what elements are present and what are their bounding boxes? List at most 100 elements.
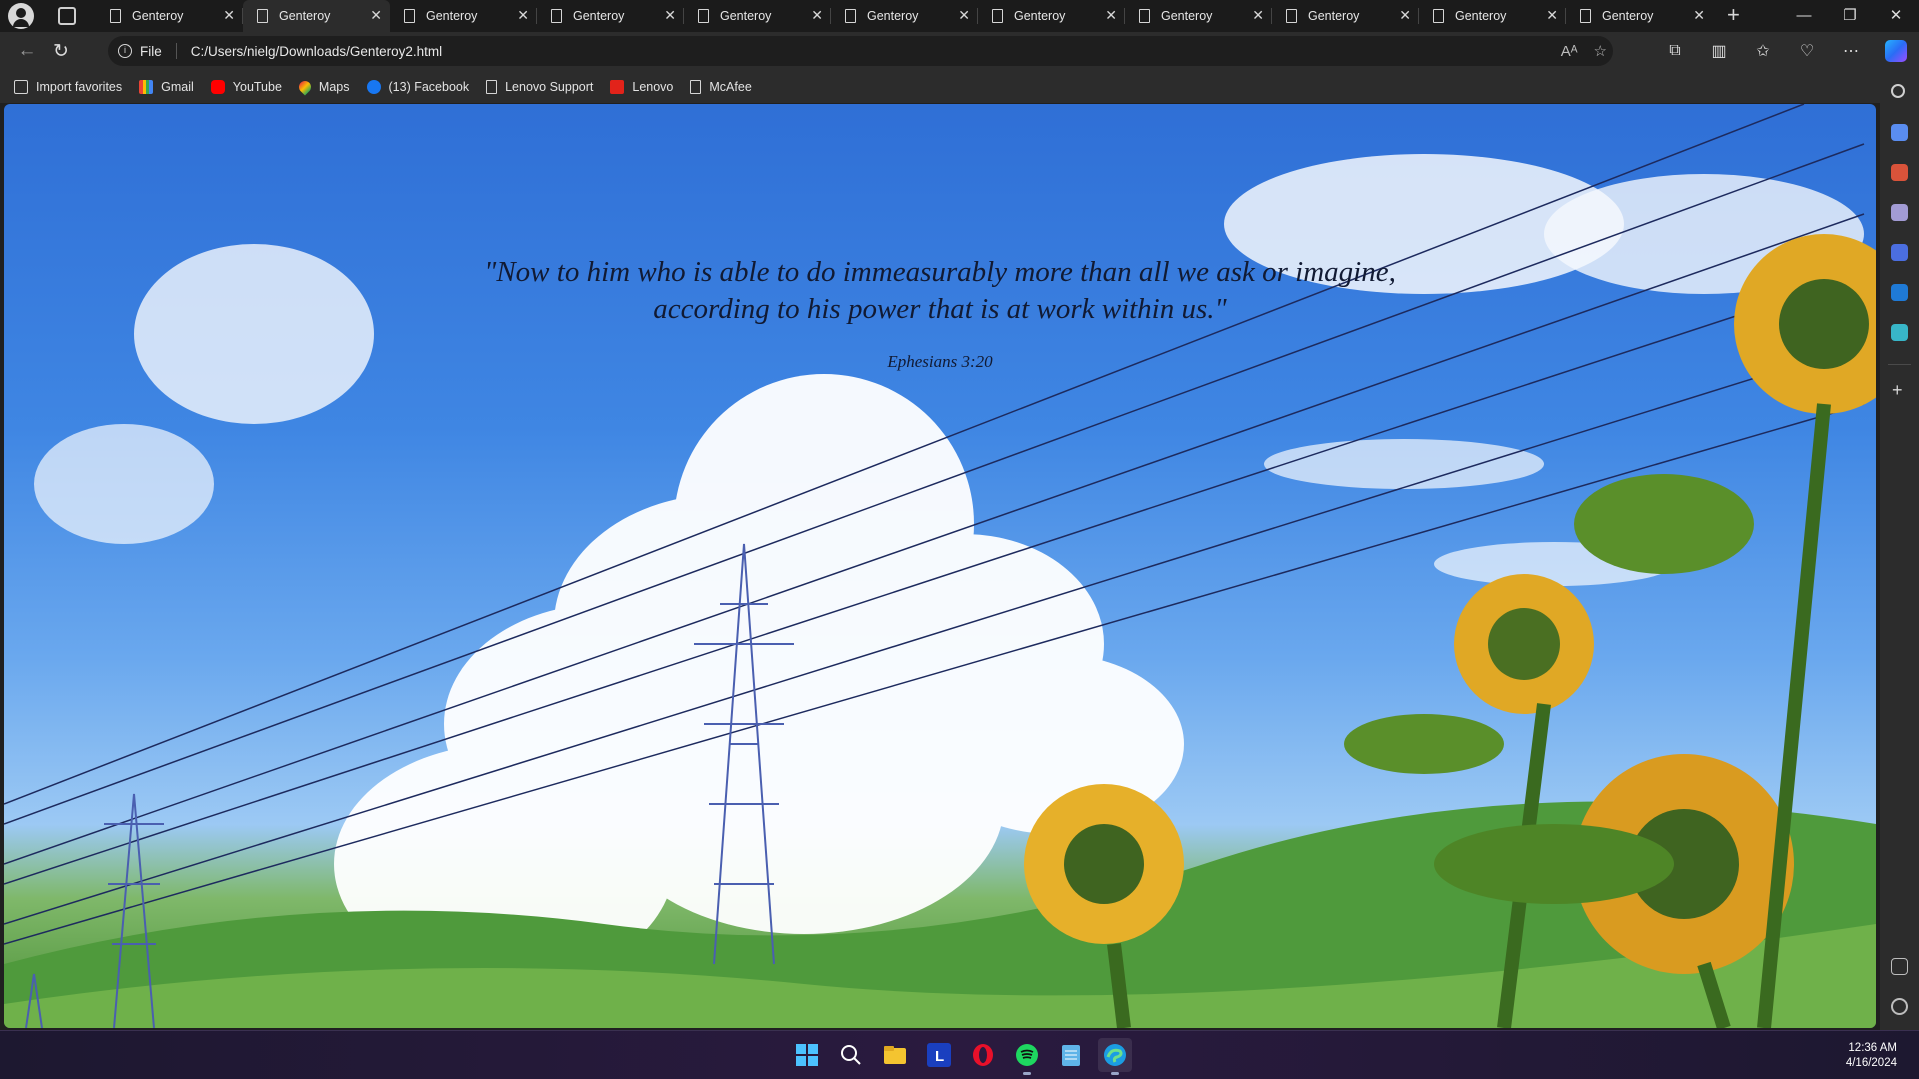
outlook-icon[interactable] <box>1891 284 1908 301</box>
shopping-icon[interactable] <box>1891 124 1908 141</box>
favorite-youtube[interactable]: YouTube <box>210 79 282 94</box>
site-info-icon[interactable]: i <box>118 44 132 58</box>
tab-label: Genteroy <box>1455 9 1507 23</box>
close-tab-icon[interactable]: ✕ <box>223 7 235 24</box>
tab[interactable]: Genteroy ✕ <box>96 0 243 32</box>
tab[interactable]: Genteroy ✕ <box>537 0 684 32</box>
tab[interactable]: Genteroy ✕ <box>390 0 537 32</box>
tab[interactable]: Genteroy ✕ <box>1419 0 1566 32</box>
close-tab-icon[interactable]: ✕ <box>517 7 529 24</box>
favorites-icon[interactable]: ✩ <box>1741 41 1785 61</box>
settings-more-icon[interactable]: ⋯ <box>1829 41 1873 61</box>
sidebar-search-icon[interactable] <box>1891 84 1905 98</box>
clock-date: 4/16/2024 <box>1845 1057 1897 1069</box>
file-explorer-icon[interactable] <box>878 1038 912 1072</box>
profile-icon[interactable] <box>8 3 34 29</box>
page-icon <box>1286 9 1297 23</box>
favorite-label: Import favorites <box>36 79 123 94</box>
favorite-maps[interactable]: Maps <box>296 78 350 95</box>
workspaces-icon[interactable] <box>58 7 76 25</box>
close-tab-icon[interactable]: ✕ <box>370 7 382 24</box>
tab-label: Genteroy <box>1602 9 1654 23</box>
quote-line-1: "Now to him who is able to do immeasurab… <box>484 256 1396 288</box>
tab[interactable]: Genteroy ✕ <box>1125 0 1272 32</box>
scheme-label: File <box>140 43 162 59</box>
microsoft-365-icon[interactable] <box>1891 244 1908 261</box>
browser-essentials-icon[interactable]: ♡ <box>1785 41 1829 61</box>
tab[interactable]: Genteroy ✕ <box>1566 0 1713 32</box>
extensions-icon[interactable]: ⧉ <box>1653 42 1697 60</box>
tools-icon[interactable] <box>1891 164 1908 181</box>
page-icon <box>404 9 415 23</box>
favorite-star-icon[interactable]: ☆ <box>1594 42 1607 60</box>
close-tab-icon[interactable]: ✕ <box>1546 7 1558 24</box>
favorite-facebook[interactable]: (13) Facebook <box>366 79 469 94</box>
close-tab-icon[interactable]: ✕ <box>1252 7 1264 24</box>
favorites-bar: Import favorites Gmail YouTube Maps (13)… <box>0 70 1880 103</box>
close-tab-icon[interactable]: ✕ <box>1399 7 1411 24</box>
edge-sidebar: + <box>1880 70 1919 1030</box>
address-divider <box>175 43 177 59</box>
page-icon <box>110 9 121 23</box>
split-screen-icon[interactable]: ▥ <box>1697 41 1741 61</box>
reload-button[interactable]: ↻ <box>44 40 78 63</box>
system-clock[interactable]: 12:36 AM 4/16/2024 <box>1846 1041 1897 1071</box>
close-tab-icon[interactable]: ✕ <box>811 7 823 24</box>
search-icon[interactable] <box>834 1038 868 1072</box>
read-aloud-icon[interactable]: Aᴬ <box>1561 43 1578 60</box>
lenovo-vantage-icon[interactable]: L <box>922 1038 956 1072</box>
close-tab-icon[interactable]: ✕ <box>1693 7 1705 24</box>
close-tab-icon[interactable]: ✕ <box>1105 7 1117 24</box>
tab-label: Genteroy <box>573 9 625 23</box>
minimize-button[interactable]: — <box>1781 0 1827 32</box>
favorite-gmail[interactable]: Gmail <box>139 79 194 94</box>
browser-window: Genteroy ✕ Genteroy ✕ Genteroy ✕ Genteroy ✕ … <box>0 0 1919 1030</box>
spotify-icon[interactable] <box>1010 1038 1044 1075</box>
tab-label: Genteroy <box>867 9 919 23</box>
opera-icon[interactable] <box>966 1038 1000 1072</box>
svg-text:L: L <box>935 1048 944 1065</box>
favorite-label: Maps <box>318 79 350 94</box>
background-illustration <box>4 104 1876 1028</box>
add-sidebar-app-icon[interactable]: + <box>1892 380 1903 401</box>
back-button[interactable]: ← <box>10 40 44 62</box>
hide-sidebar-icon[interactable] <box>1891 958 1908 975</box>
tab[interactable]: Genteroy ✕ <box>831 0 978 32</box>
tab[interactable]: Genteroy ✕ <box>1272 0 1419 32</box>
favorite-lenovo[interactable]: Lenovo <box>610 79 673 94</box>
tab-label: Genteroy <box>1308 9 1360 23</box>
favorite-lenovo-support[interactable]: Lenovo Support <box>486 79 593 94</box>
youtube-icon <box>210 79 225 94</box>
tab-active[interactable]: Genteroy ✕ <box>243 0 390 32</box>
tab-strip: Genteroy ✕ Genteroy ✕ Genteroy ✕ Genteroy ✕ … <box>0 0 1919 32</box>
favorite-label: McAfee <box>709 79 752 94</box>
notepad-icon[interactable] <box>1054 1038 1088 1072</box>
page-icon <box>992 9 1003 23</box>
notepad-page-icon <box>1062 1045 1080 1066</box>
page-icon <box>257 9 268 23</box>
sidebar-divider <box>1888 364 1911 365</box>
navigation-bar: ← ↻ i File C:/Users/nielg/Downloads/Gent… <box>0 32 1919 70</box>
favorite-mcafee[interactable]: McAfee <box>690 79 752 94</box>
favorite-import[interactable]: Import favorites <box>14 79 123 94</box>
sidebar-settings-icon[interactable] <box>1891 998 1908 1015</box>
drop-icon[interactable] <box>1891 324 1908 341</box>
edge-icon[interactable] <box>1098 1038 1132 1075</box>
games-icon[interactable] <box>1891 204 1908 221</box>
url-text[interactable]: C:/Users/nielg/Downloads/Genteroy2.html <box>191 44 442 59</box>
page-icon <box>690 79 702 94</box>
favorite-label: YouTube <box>232 79 282 94</box>
new-tab-button[interactable]: + <box>1727 2 1740 28</box>
toolbar-actions: ⧉ ▥ ✩ ♡ ⋯ <box>1653 32 1919 70</box>
tab[interactable]: Genteroy ✕ <box>978 0 1125 32</box>
taskbar-apps: L <box>790 1038 1142 1075</box>
close-tab-icon[interactable]: ✕ <box>958 7 970 24</box>
copilot-icon[interactable] <box>1885 40 1907 62</box>
start-icon[interactable] <box>790 1038 824 1072</box>
tab-label: Genteroy <box>132 9 184 23</box>
tab[interactable]: Genteroy ✕ <box>684 0 831 32</box>
address-bar[interactable]: i File C:/Users/nielg/Downloads/Genteroy… <box>108 36 1613 66</box>
close-tab-icon[interactable]: ✕ <box>664 7 676 24</box>
restore-button[interactable]: ❐ <box>1827 0 1873 32</box>
close-window-button[interactable]: ✕ <box>1873 0 1919 32</box>
